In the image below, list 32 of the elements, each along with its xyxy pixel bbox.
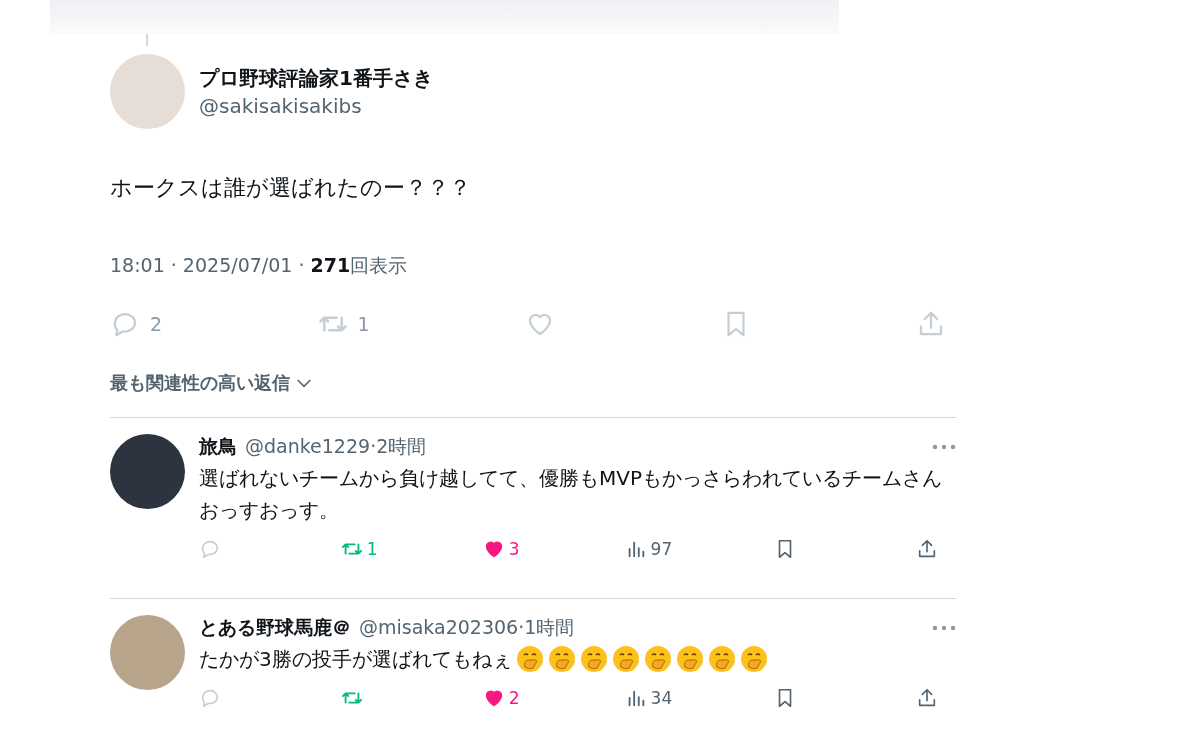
action-count: 1 (366, 539, 378, 559)
sort-dropdown[interactable]: 最も関連性の高い返信 (110, 371, 290, 395)
hand-over-mouth-emoji-icon (675, 645, 704, 673)
reply-author-name[interactable]: とある野球馬鹿＠ (199, 615, 351, 641)
reply-text: 選ばれないチームから負け越してて、優勝もMVPもかっさらわれているチームさんおっすおっす。 (199, 465, 943, 524)
reply-author-handle[interactable]: @danke1229 (245, 435, 371, 457)
reply-author-name[interactable]: 旅鳥 (199, 434, 237, 460)
reply-text: たかが3勝の投手が選ばれてもねぇ (199, 646, 512, 673)
action-count: 2 (150, 313, 163, 335)
reply-author-handle[interactable]: @misaka202306 (359, 616, 519, 638)
hand-over-mouth-emoji-icon (739, 645, 768, 673)
post-text: ホークスは誰が選ばれたのー？？？ (110, 174, 472, 202)
reply-time: ·1時間 (518, 615, 575, 640)
hand-over-mouth-emoji-icon (515, 645, 544, 673)
more-icon[interactable] (932, 624, 956, 632)
reply-time: ·2時間 (370, 434, 427, 459)
post-meta: 18:01 · 2025/07/01 · 271回表示 (110, 253, 409, 278)
hand-over-mouth-emoji-icon (643, 645, 672, 673)
hand-over-mouth-emoji-icon (707, 645, 736, 673)
action-count: 97 (650, 539, 673, 559)
author-handle[interactable]: @sakisakisakibs (199, 94, 433, 118)
action-count: 34 (650, 688, 673, 708)
speech-bubble-icon[interactable] (199, 538, 221, 560)
speech-bubble-icon[interactable] (199, 687, 221, 709)
hand-over-mouth-emoji-icon (611, 645, 640, 673)
more-icon[interactable] (932, 443, 956, 451)
action-count: 2 (508, 688, 520, 708)
hand-over-mouth-emoji-icon (579, 645, 608, 673)
author-name[interactable]: プロ野球評論家1番手さき (199, 65, 433, 92)
action-count: 3 (508, 539, 520, 559)
hand-over-mouth-emoji-icon (547, 645, 576, 673)
action-count: 1 (357, 313, 370, 335)
